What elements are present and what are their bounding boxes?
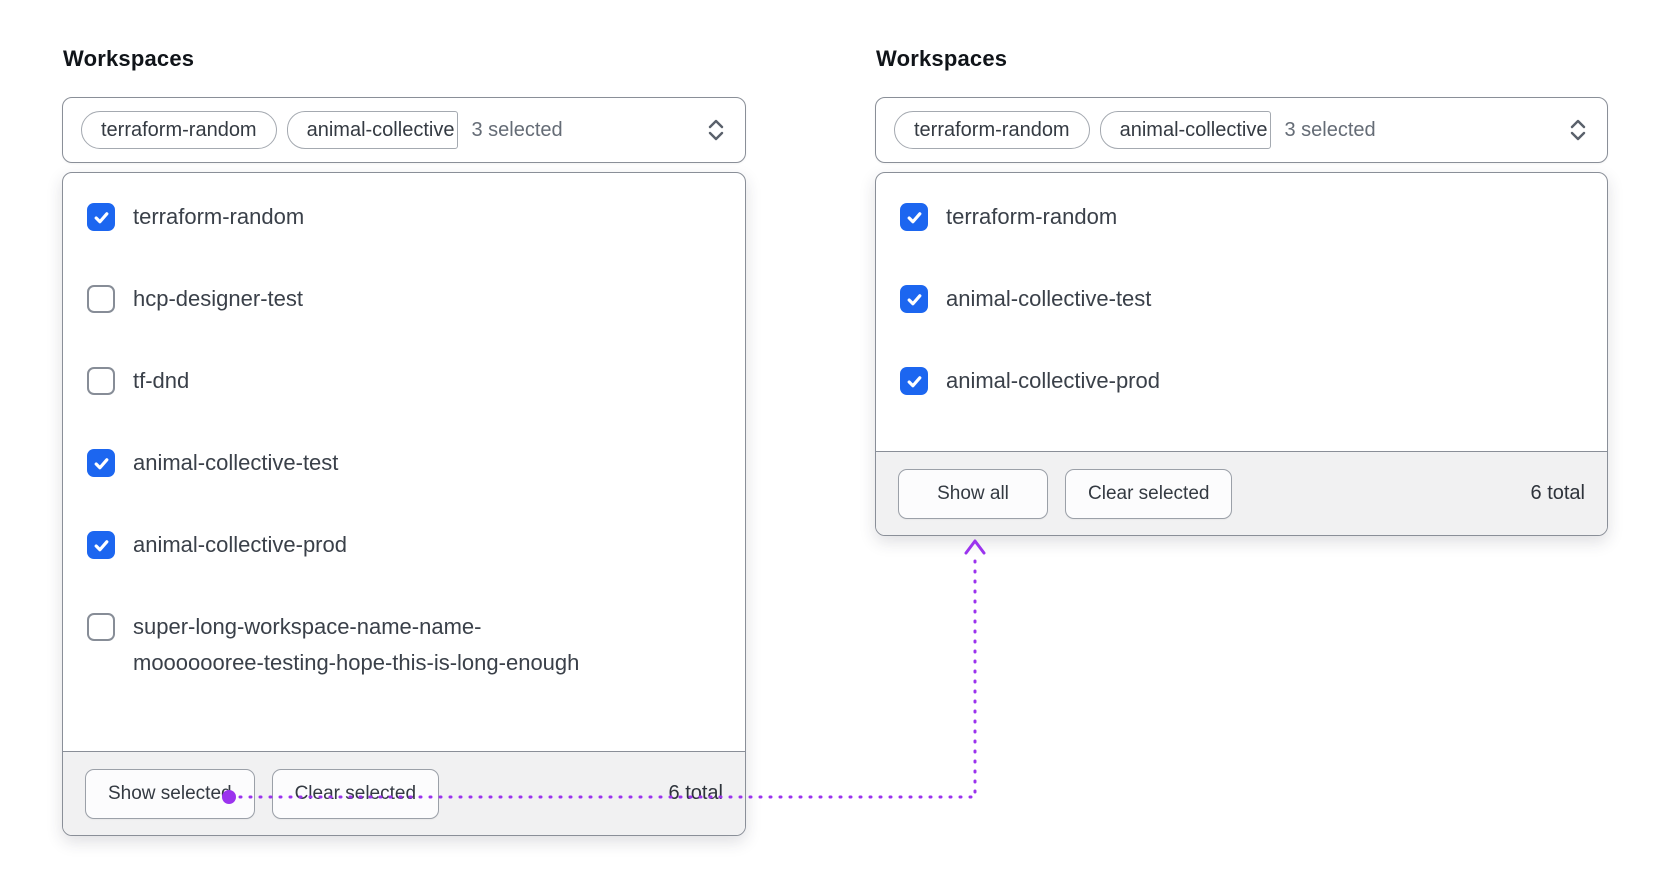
show-all-button[interactable]: Show all — [898, 468, 1048, 519]
option-row[interactable]: terraform-random — [87, 199, 721, 235]
total-count: 6 total — [1530, 482, 1585, 504]
right-multiselect: Workspaces terraform-random animal-colle… — [875, 46, 1608, 536]
option-row[interactable]: animal-collective-prod — [87, 527, 721, 563]
option-label: terraform-random — [946, 204, 1118, 229]
checkbox[interactable] — [900, 285, 928, 313]
options-listbox: terraform-random hcp-designer-test tf-dn… — [62, 172, 746, 836]
option-row[interactable]: terraform-random — [900, 199, 1583, 235]
total-count: 6 total — [668, 782, 723, 804]
checkbox[interactable] — [87, 531, 115, 559]
checkbox[interactable] — [87, 613, 115, 641]
clear-selected-button[interactable]: Clear selected — [1065, 468, 1233, 519]
option-row[interactable]: animal-collective-test — [87, 445, 721, 481]
selected-count: 3 selected — [471, 118, 563, 141]
show-selected-button[interactable]: Show selected — [85, 768, 255, 819]
selected-count: 3 selected — [1284, 118, 1376, 141]
checkbox[interactable] — [87, 367, 115, 395]
multiselect-trigger[interactable]: terraform-random animal-collective 3 sel… — [62, 97, 746, 163]
selected-pill: terraform-random — [81, 111, 277, 149]
options-list: terraform-random animal-collective-test … — [876, 173, 1607, 451]
left-multiselect: Workspaces terraform-random animal-colle… — [62, 46, 746, 836]
workspaces-label: Workspaces — [876, 46, 1008, 71]
up-down-chevron-icon — [1567, 117, 1589, 143]
selected-pill-truncated: animal-collective — [1099, 111, 1272, 149]
checkbox[interactable] — [900, 203, 928, 231]
listbox-footer: Show selected Clear selected 6 total — [63, 751, 745, 835]
checkbox[interactable] — [87, 449, 115, 477]
multiselect-trigger[interactable]: terraform-random animal-collective 3 sel… — [875, 97, 1608, 163]
option-label-line1: super-long-workspace-name-name- — [133, 614, 482, 639]
up-down-chevron-icon — [705, 117, 727, 143]
option-label-line2: mooooooree-testing-hope-this-is-long-eno… — [133, 650, 580, 675]
selected-pill-truncated: animal-collective — [286, 111, 459, 149]
option-label: animal-collective-test — [133, 450, 339, 475]
option-label: terraform-random — [133, 204, 305, 229]
option-row[interactable]: super-long-workspace-name-name- moooooor… — [87, 609, 721, 681]
option-label: super-long-workspace-name-name- moooooor… — [133, 609, 579, 681]
option-label: animal-collective-test — [946, 286, 1152, 311]
selected-pill: terraform-random — [894, 111, 1090, 149]
option-row[interactable]: tf-dnd — [87, 363, 721, 399]
option-label: tf-dnd — [133, 368, 190, 393]
option-row[interactable]: animal-collective-prod — [900, 363, 1583, 399]
checkbox[interactable] — [900, 367, 928, 395]
clear-selected-button[interactable]: Clear selected — [271, 768, 440, 819]
options-listbox: terraform-random animal-collective-test … — [875, 172, 1608, 536]
listbox-footer: Show all Clear selected 6 total — [876, 451, 1607, 535]
option-row[interactable]: animal-collective-test — [900, 281, 1583, 317]
checkbox[interactable] — [87, 285, 115, 313]
annotation-arrowhead — [964, 539, 986, 555]
option-label: animal-collective-prod — [133, 532, 347, 557]
options-list: terraform-random hcp-designer-test tf-dn… — [63, 173, 745, 751]
option-label: hcp-designer-test — [133, 286, 303, 311]
option-label: animal-collective-prod — [946, 368, 1160, 393]
checkbox[interactable] — [87, 203, 115, 231]
option-row[interactable]: hcp-designer-test — [87, 281, 721, 317]
workspaces-label: Workspaces — [63, 46, 195, 71]
